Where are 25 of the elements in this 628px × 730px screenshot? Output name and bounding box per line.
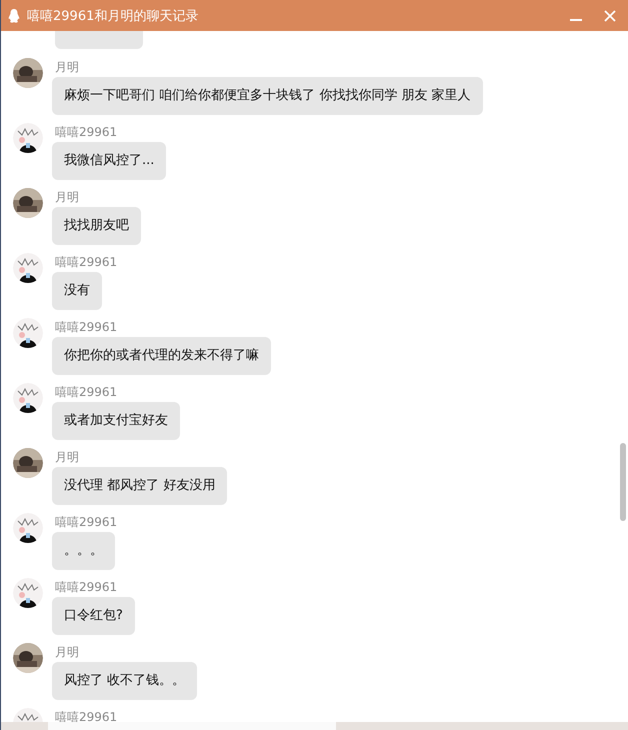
sender-name: 嘻嘻29961 — [55, 321, 118, 333]
sender-name: 月明 — [55, 191, 79, 203]
sender-name: 嘻嘻29961 — [55, 386, 118, 398]
message-bubble: 我微信风控了... — [52, 142, 166, 180]
penguin-icon — [7, 8, 21, 24]
message-bubble: 没有 — [52, 272, 102, 310]
message-bubble: 麻烦一下吧哥们 咱们给你都便宜多十块钱了 你找找你同学 朋友 家里人 — [52, 77, 483, 115]
message-bubble: 风控了 收不了钱。。 — [52, 662, 198, 700]
sender-name: 月明 — [55, 61, 79, 73]
message-bubble: 或者加支付宝好友 — [52, 402, 180, 440]
message-bubble: 找找朋友吧 — [52, 207, 141, 245]
message-bubble: 你把你的或者代理的发来不得了嘛 — [52, 337, 271, 375]
message-bubble: 口令红包? — [52, 597, 135, 635]
sender-name: 月明 — [55, 451, 79, 463]
sender-name: 嘻嘻29961 — [55, 256, 118, 268]
scrollbar-thumb[interactable] — [620, 443, 626, 521]
message-bubble: 没代理 都风控了 好友没用 — [52, 467, 228, 505]
window-title: 嘻嘻29961和月明的聊天记录 — [27, 8, 200, 24]
sender-name: 月明 — [55, 646, 79, 658]
sender-name: 嘻嘻29961 — [55, 516, 118, 528]
sender-name: 嘻嘻29961 — [55, 126, 118, 138]
sender-name: 嘻嘻29961 — [55, 581, 118, 593]
minimize-icon — [570, 19, 582, 21]
message-bubble: 。。。 — [52, 532, 115, 570]
close-icon — [604, 10, 616, 22]
